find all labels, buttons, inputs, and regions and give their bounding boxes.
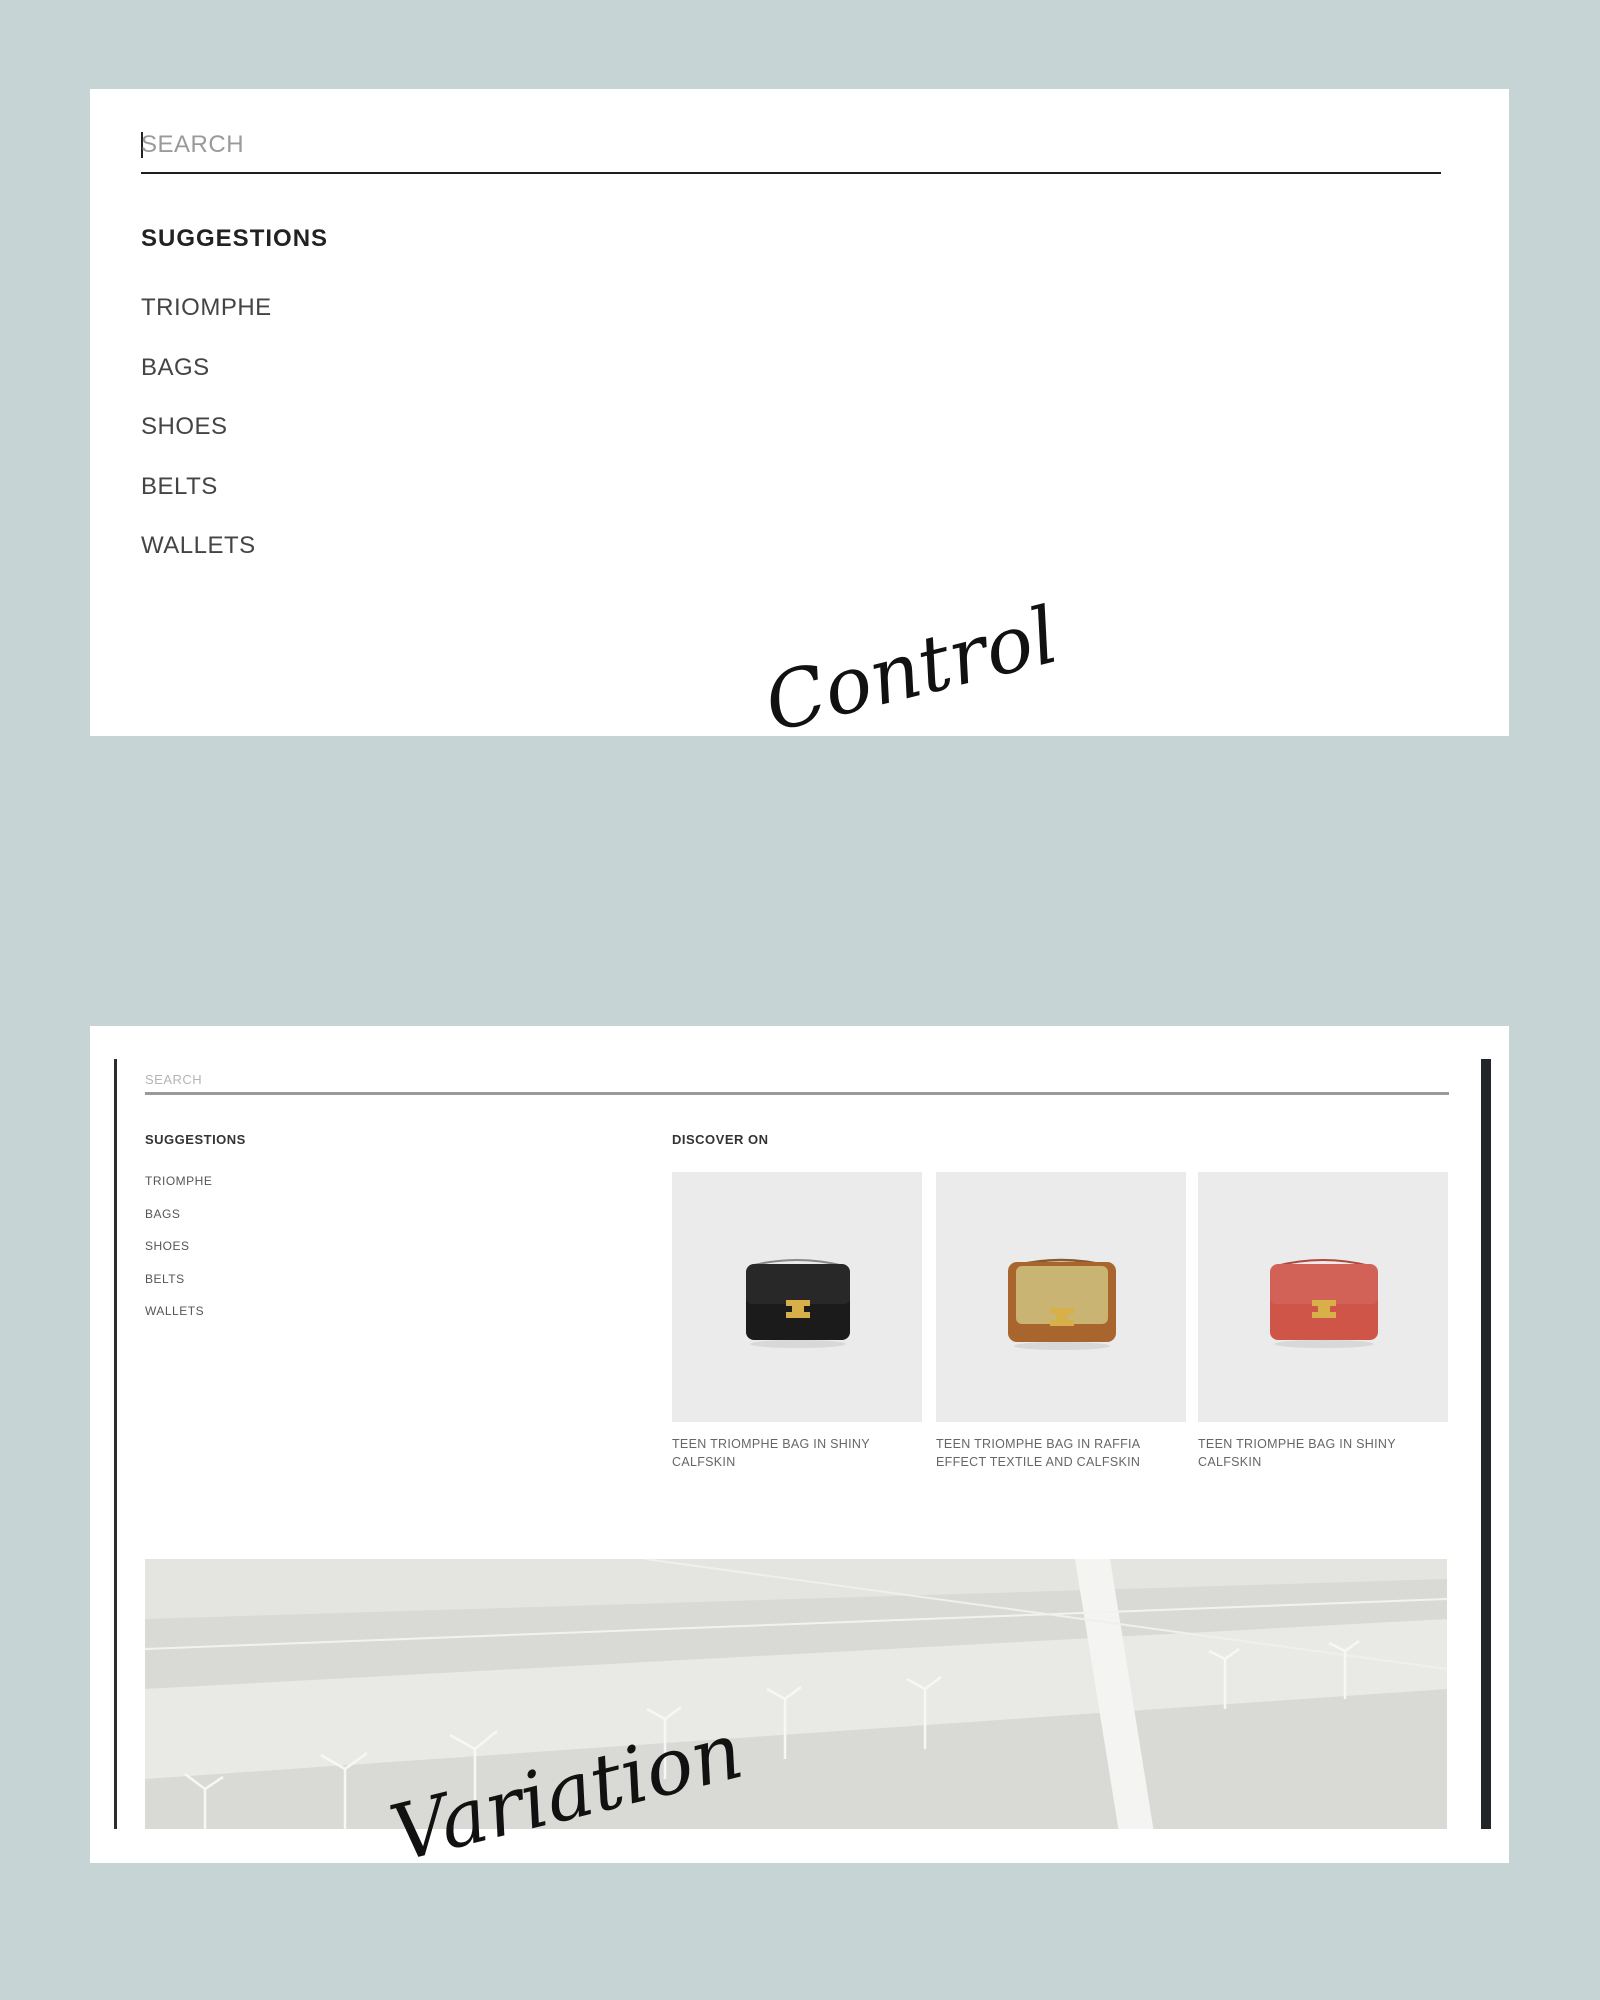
suggestions-list: TRIOMPHE BAGS SHOES BELTS WALLETS xyxy=(141,294,272,592)
bag-black-icon xyxy=(746,1259,850,1348)
product-card[interactable]: TEEN TRIOMPHE BAG IN RAFFIA EFFECT TEXTI… xyxy=(936,1172,1186,1471)
bag-raffia-icon xyxy=(1008,1258,1116,1350)
suggestion-shoes[interactable]: SHOES xyxy=(145,1239,212,1272)
bag-flap xyxy=(746,1264,850,1304)
bag-shadow xyxy=(750,1340,846,1348)
suggestion-shoes[interactable]: SHOES xyxy=(141,413,272,473)
search-input[interactable] xyxy=(145,1069,1449,1089)
control-search-panel: SUGGESTIONS TRIOMPHE BAGS SHOES BELTS WA… xyxy=(90,89,1509,736)
variation-search-panel: SUGGESTIONS TRIOMPHE BAGS SHOES BELTS WA… xyxy=(90,1026,1509,1863)
search-bar[interactable] xyxy=(145,1059,1449,1095)
suggestion-bags[interactable]: BAGS xyxy=(141,354,272,414)
suggestion-belts[interactable]: BELTS xyxy=(145,1272,212,1305)
suggestion-wallets[interactable]: WALLETS xyxy=(145,1304,212,1337)
product-card[interactable]: TEEN TRIOMPHE BAG IN SHINY CALFSKIN xyxy=(672,1172,922,1471)
bag-red-icon xyxy=(1270,1259,1378,1348)
variation-screenshot-frame: SUGGESTIONS TRIOMPHE BAGS SHOES BELTS WA… xyxy=(114,1059,1491,1829)
suggestion-bags[interactable]: BAGS xyxy=(145,1207,212,1240)
bag-shadow xyxy=(1274,1340,1374,1348)
product-image[interactable] xyxy=(936,1172,1186,1422)
product-image[interactable] xyxy=(672,1172,922,1422)
discover-heading: DISCOVER ON xyxy=(672,1132,769,1147)
product-image[interactable] xyxy=(1198,1172,1448,1422)
search-bar[interactable] xyxy=(141,111,1441,174)
product-name[interactable]: TEEN TRIOMPHE BAG IN SHINY CALFSKIN xyxy=(1198,1435,1448,1471)
suggestions-list: TRIOMPHE BAGS SHOES BELTS WALLETS xyxy=(145,1174,212,1337)
bag-flap xyxy=(1270,1264,1378,1304)
product-name[interactable]: TEEN TRIOMPHE BAG IN SHINY CALFSKIN xyxy=(672,1435,922,1471)
suggestions-heading: SUGGESTIONS xyxy=(141,225,329,252)
product-card[interactable]: TEEN TRIOMPHE BAG IN SHINY CALFSKIN xyxy=(1198,1172,1448,1471)
suggestion-triomphe[interactable]: TRIOMPHE xyxy=(145,1174,212,1207)
suggestion-wallets[interactable]: WALLETS xyxy=(141,532,272,592)
wind-farm-landscape-image xyxy=(145,1559,1447,1829)
bag-shadow xyxy=(1014,1342,1110,1350)
suggestion-triomphe[interactable]: TRIOMPHE xyxy=(141,294,272,354)
suggestion-belts[interactable]: BELTS xyxy=(141,473,272,533)
wind-farm-banner-image[interactable] xyxy=(145,1559,1447,1829)
suggestions-heading: SUGGESTIONS xyxy=(145,1132,246,1147)
search-input[interactable] xyxy=(141,125,1441,165)
product-name[interactable]: TEEN TRIOMPHE BAG IN RAFFIA EFFECT TEXTI… xyxy=(936,1435,1186,1471)
product-grid: TEEN TRIOMPHE BAG IN SHINY CALFSKIN TEEN… xyxy=(672,1172,1452,1492)
